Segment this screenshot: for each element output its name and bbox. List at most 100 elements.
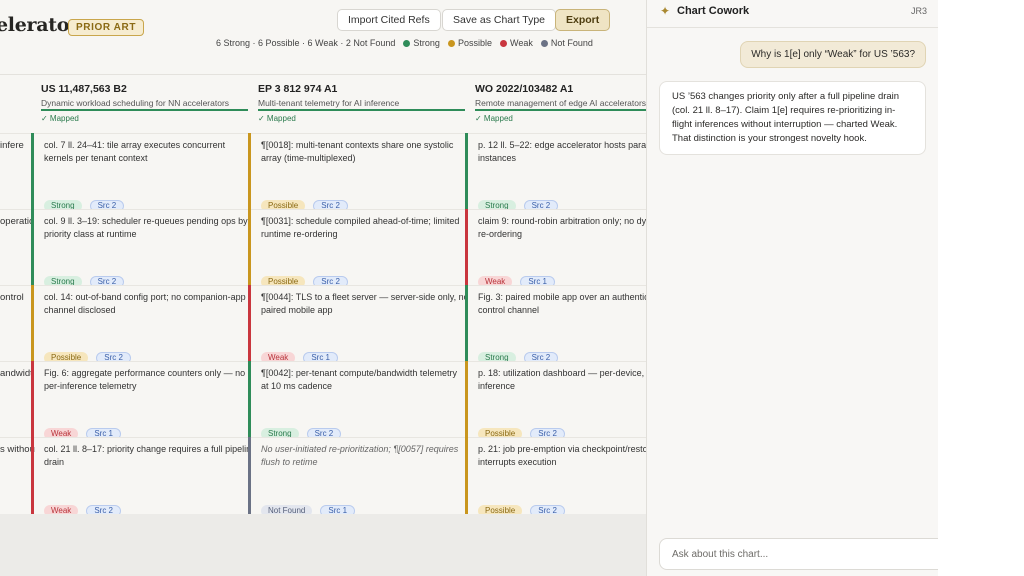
cell-tags: Possible Src 2 (44, 352, 131, 361)
cell-tags: Weak Src 1 (478, 276, 555, 285)
cell-tags: Possible Src 2 (478, 505, 565, 514)
page-title: elerator (0, 14, 79, 36)
claim-element-label: operatio (0, 216, 35, 227)
citation-text: re-ordering (478, 229, 523, 239)
chart-cell[interactable]: p. 18: utilization dashboard — per-devic… (465, 361, 646, 437)
rating-badge[interactable]: Possible (478, 505, 523, 514)
chart-cell[interactable]: Fig. 6: aggregate performance counters o… (31, 361, 248, 437)
source-badge[interactable]: Src 2 (313, 200, 348, 209)
rating-badge[interactable]: Possible (478, 428, 523, 437)
citation-text: ¶[0044]: TLS to a fleet server — server-… (261, 292, 465, 302)
rating-badge[interactable]: Strong (44, 276, 82, 285)
source-badge[interactable]: Src 2 (96, 352, 131, 361)
chart-cell[interactable]: ¶[0042]: per-tenant compute/bandwidth te… (248, 361, 465, 437)
rating-badge[interactable]: Not Found (261, 505, 313, 514)
rating-badge[interactable]: Possible (261, 200, 306, 209)
citation-text: col. 7 ll. 24–41: tile array executes co… (44, 140, 226, 150)
chart-cell[interactable]: col. 21 ll. 8–17: priority change requir… (31, 437, 248, 514)
citation-text: inference (478, 381, 516, 391)
chart-cell[interactable]: ¶[0044]: TLS to a fleet server — server-… (248, 285, 465, 361)
cell-tags: Strong Src 2 (261, 428, 342, 437)
source-badge[interactable]: Src 2 (523, 200, 559, 209)
claim-chart-app: elerator PRIOR ART Import Cited Refs Sav… (0, 0, 646, 514)
rating-badge[interactable]: Possible (261, 276, 306, 285)
chart-cell[interactable]: Fig. 3: paired mobile app over an authen… (465, 285, 646, 361)
cell-tags: Strong Src 2 (478, 352, 559, 361)
rating-badge[interactable]: Weak (44, 505, 79, 514)
rating-badge[interactable]: Strong (478, 352, 516, 361)
cell-tags: Weak Src 1 (261, 352, 338, 361)
patent-description: Remote management of edge AI accelerator… (475, 98, 646, 108)
citation-text: p. 21: job pre-emption via checkpoint/re… (478, 444, 646, 454)
rating-badge[interactable]: Possible (44, 352, 89, 361)
chat-title: Chart Cowork (677, 5, 750, 17)
citation-text: kernels per tenant context (44, 153, 148, 163)
cell-tags: Possible Src 2 (261, 276, 348, 285)
save-as-chart-type-button[interactable]: Save as Chart Type (442, 9, 557, 31)
patent-number: EP 3 812 974 A1 (258, 83, 338, 95)
citation-text: paired mobile app (261, 305, 333, 315)
rating-badge[interactable]: Weak (44, 428, 79, 437)
mapped-indicator-line (258, 109, 465, 111)
source-badge[interactable]: Src 1 (86, 428, 121, 437)
citation-text: ¶[0031]: schedule compiled ahead-of-time… (261, 216, 460, 226)
chart-cell[interactable]: col. 7 ll. 24–41: tile array executes co… (31, 133, 248, 209)
legend-not-found-dot (540, 39, 548, 47)
claim-element-label: ontrol (0, 292, 24, 303)
chart-cell[interactable]: col. 14: out-of-band config port; no com… (31, 285, 248, 361)
citation-text: drain (44, 457, 65, 467)
cell-tags: Possible Src 2 (261, 200, 348, 209)
citation-text: array (time-multiplexed) (261, 153, 356, 163)
window-margin (938, 0, 1024, 576)
rating-badge[interactable]: Strong (478, 200, 516, 209)
rating-badge[interactable]: Weak (478, 276, 513, 285)
column-header[interactable]: EP 3 812 974 A1 Multi-tenant telemetry fo… (258, 83, 470, 108)
chart-cell[interactable]: p. 12 ll. 5–22: edge accelerator hosts p… (465, 133, 646, 209)
source-badge[interactable]: Src 2 (530, 505, 565, 514)
patent-description: Dynamic workload scheduling for NN accel… (41, 98, 230, 108)
chart-cell[interactable]: No user-initiated re-prioritization; ¶[0… (248, 437, 465, 514)
prior-art-badge: PRIOR ART (68, 19, 145, 36)
source-badge[interactable]: Src 2 (89, 200, 125, 209)
chart-cell[interactable]: ¶[0018]: multi-tenant contexts share one… (248, 133, 465, 209)
rating-badge[interactable]: Strong (261, 428, 299, 437)
source-badge[interactable]: Src 2 (89, 276, 125, 285)
source-badge[interactable]: Src 1 (320, 505, 356, 514)
claim-element-label: s withou (0, 444, 35, 455)
source-badge[interactable]: Src 2 (306, 428, 342, 437)
chart-cell[interactable]: ¶[0031]: schedule compiled ahead-of-time… (248, 209, 465, 285)
citation-text: ¶[0042]: per-tenant compute/bandwidth te… (261, 368, 457, 378)
claim-element-label: infere (0, 140, 24, 151)
patent-description: Multi-tenant telemetry for AI inference (258, 98, 400, 108)
rating-badge[interactable]: Weak (261, 352, 296, 361)
chart-cell[interactable]: p. 21: job pre-emption via checkpoint/re… (465, 437, 646, 514)
source-badge[interactable]: Src 2 (523, 352, 559, 361)
legend-not-found-label: Not Found (550, 38, 593, 48)
cell-tags: Strong Src 2 (44, 200, 125, 209)
source-badge[interactable]: Src 1 (520, 276, 555, 285)
chart-cell[interactable]: claim 9: round-robin arbitration only; n… (465, 209, 646, 285)
legend-weak-label: Weak (509, 38, 533, 48)
user-initials[interactable]: JR3 (911, 6, 927, 16)
cell-tags: Possible Src 2 (478, 428, 565, 437)
source-badge[interactable]: Src 1 (303, 352, 338, 361)
citation-text: priority class at runtime (44, 229, 137, 239)
assistant-message: US ’563 changes priority only after a fu… (659, 81, 926, 155)
import-cited-refs-button[interactable]: Import Cited Refs (337, 9, 441, 31)
citation-text: col. 9 ll. 3–19: scheduler re-queues pen… (44, 216, 248, 226)
chat-header: ✦ Chart Cowork JR3 (647, 0, 939, 28)
patent-number: US 11,487,563 B2 (41, 83, 127, 95)
rating-badge[interactable]: Strong (44, 200, 82, 209)
column-header[interactable]: WO 2022/103482 A1 Remote management of ed… (475, 83, 646, 108)
source-badge[interactable]: Src 2 (86, 505, 121, 514)
export-button[interactable]: Export (555, 9, 611, 31)
cell-tags: Weak Src 1 (44, 428, 121, 437)
mapped-indicator-line (475, 109, 646, 111)
mapped-status: ✓ Mapped (258, 114, 296, 123)
column-header[interactable]: US 11,487,563 B2 Dynamic workload schedul… (41, 83, 253, 108)
chat-input[interactable] (659, 538, 949, 570)
source-badge[interactable]: Src 2 (313, 276, 348, 285)
citation-text: col. 21 ll. 8–17: priority change requir… (44, 444, 248, 454)
source-badge[interactable]: Src 2 (530, 428, 565, 437)
chart-cell[interactable]: col. 9 ll. 3–19: scheduler re-queues pen… (31, 209, 248, 285)
